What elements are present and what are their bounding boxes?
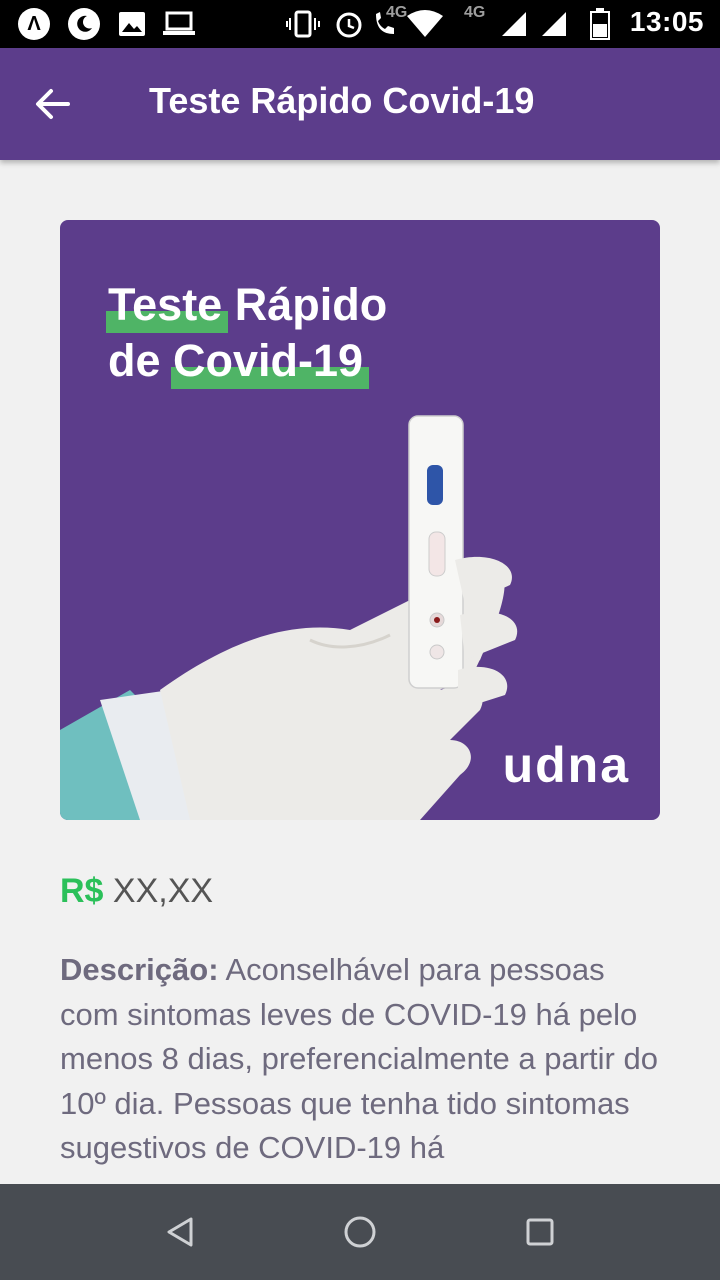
app-logo-icon: Λ: [18, 8, 50, 40]
nav-recents-button[interactable]: [520, 1212, 560, 1252]
product-price: R$ XX,XX: [60, 872, 213, 911]
status-time: 13:05: [629, 6, 704, 37]
price-currency: R$: [60, 872, 104, 910]
back-triangle-icon: [167, 1217, 193, 1247]
image-icon: [118, 8, 146, 40]
signal-icon-2: [540, 8, 568, 40]
network-type-label: 4G: [386, 4, 408, 21]
banner-highlight: Teste: [105, 279, 229, 333]
alarm-icon: [334, 8, 364, 40]
page-title: Teste Rápido Covid-19: [149, 80, 535, 121]
nav-back-button[interactable]: [160, 1212, 200, 1252]
signal-icon: [500, 8, 528, 40]
app-bar: Teste Rápido Covid-19: [0, 48, 720, 160]
arrow-back-icon: [36, 89, 70, 119]
home-circle-icon: [344, 1216, 376, 1248]
network-type-label-2: 4G: [464, 4, 486, 21]
vibrate-icon: [286, 8, 320, 40]
battery-icon: [590, 8, 610, 40]
wifi-icon: [406, 8, 444, 40]
status-bar: Λ 4G 4G 13:05: [0, 0, 720, 48]
night-mode-icon: [68, 8, 100, 40]
system-navigation-bar: [0, 1184, 720, 1280]
price-value: XX,XX: [112, 872, 214, 910]
banner-highlight-2: Covid-19: [171, 335, 370, 389]
product-banner: Teste Rápido de Covid-19 udna: [60, 220, 660, 820]
brand-logo: udna: [502, 737, 630, 793]
recents-square-icon: [526, 1218, 554, 1246]
back-button[interactable]: [24, 76, 80, 132]
description-label: Descrição:: [60, 952, 219, 987]
product-description: Descrição: Aconselhável para pessoas com…: [60, 948, 670, 1184]
nav-home-button[interactable]: [340, 1212, 380, 1252]
laptop-icon: [162, 8, 196, 40]
